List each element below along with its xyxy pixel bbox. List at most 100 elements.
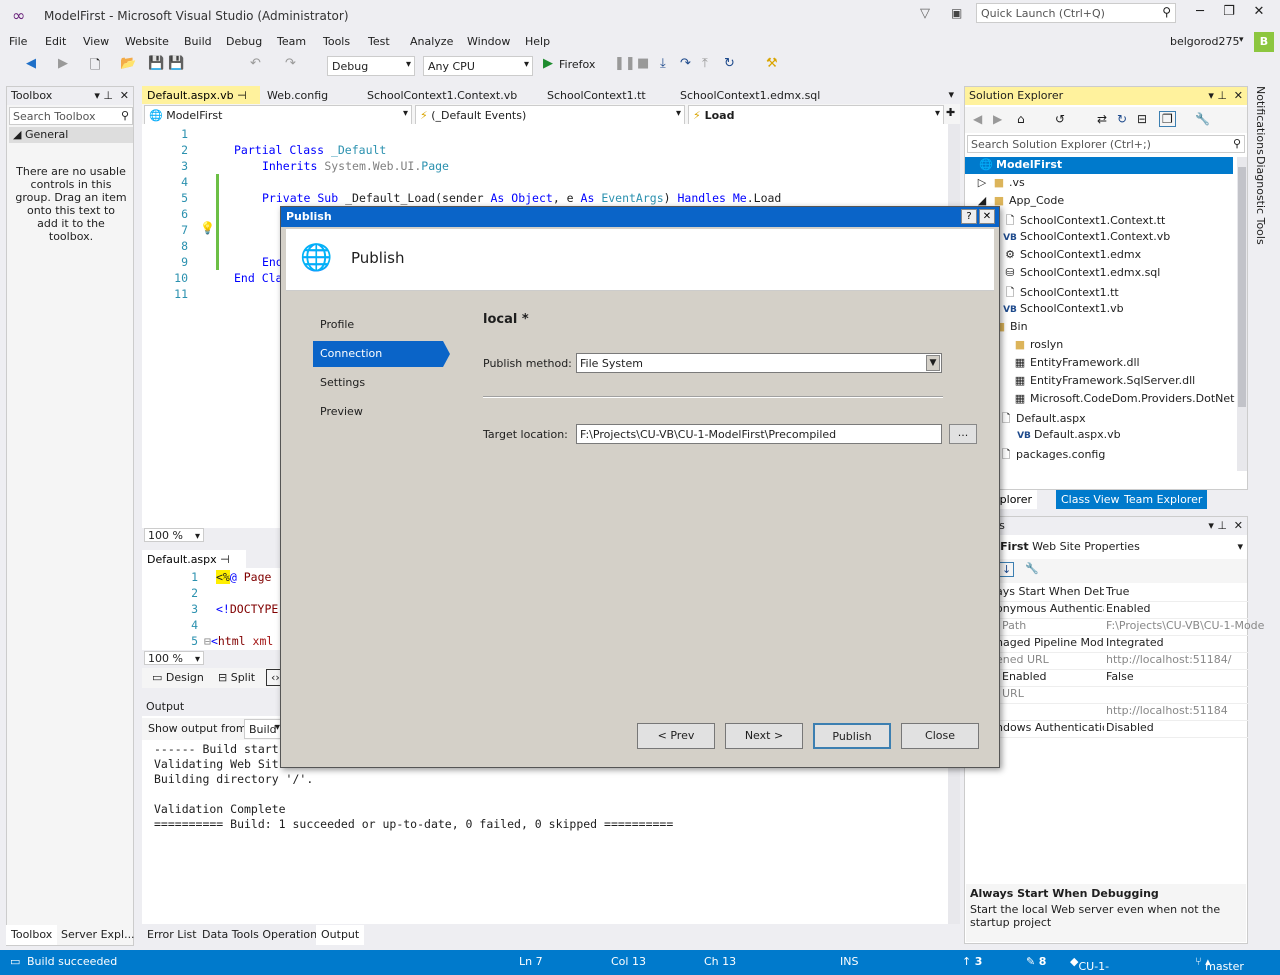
undo-icon[interactable]: ↶ xyxy=(250,56,261,71)
up-arrow-icon[interactable]: ↑ 3 xyxy=(962,955,982,968)
solution-scrollbar[interactable] xyxy=(1237,157,1247,471)
toolbox-search-input[interactable]: Search Toolbox xyxy=(13,110,96,123)
refresh-icon[interactable]: ↻ xyxy=(1117,112,1127,126)
output-source-select[interactable]: Build xyxy=(244,719,284,739)
show-all-icon[interactable]: ❐ xyxy=(1159,111,1176,127)
publish-icon[interactable]: ⚒ xyxy=(766,56,778,71)
platform-select[interactable]: Any CPU xyxy=(423,56,533,76)
browse-button[interactable]: ... xyxy=(949,424,977,444)
property-pages-icon[interactable]: 🔧 xyxy=(1025,562,1039,575)
property-row[interactable]: Enabled False xyxy=(966,670,1248,687)
tree-item[interactable]: 🗋 packages.config xyxy=(999,446,1106,465)
tree-item[interactable]: 🗋 Default.aspx xyxy=(999,410,1086,429)
menu-edit[interactable]: Edit xyxy=(45,35,66,48)
menu-website[interactable]: Website xyxy=(125,35,169,48)
tree-item[interactable]: 🗋 SchoolContext1.tt xyxy=(1003,284,1119,303)
back-icon[interactable]: ◀ xyxy=(26,56,36,71)
property-row[interactable]: URL xyxy=(966,687,1248,704)
close-icon[interactable]: ✕ xyxy=(120,89,129,102)
save-icon[interactable]: 💾 xyxy=(148,56,164,71)
menu-tools[interactable]: Tools xyxy=(323,35,350,48)
new-project-icon[interactable]: 🗋 xyxy=(90,56,100,78)
tree-item[interactable]: 🗋 SchoolContext1.Context.tt xyxy=(1003,212,1166,231)
nav-connection[interactable]: Connection xyxy=(313,341,443,367)
nav-settings[interactable]: Settings xyxy=(313,370,443,396)
open-folder-icon[interactable]: 📂 xyxy=(120,56,136,71)
quick-launch[interactable]: Quick Launch (Ctrl+Q) ⚲ xyxy=(976,3,1176,23)
tree-item[interactable]: ⛁ SchoolContext1.edmx.sql xyxy=(1003,266,1160,279)
menu-file[interactable]: File xyxy=(9,35,27,48)
nav-mid-select[interactable]: ⚡ (_Default Events) xyxy=(415,105,685,125)
properties-object-select[interactable]: delFirst Web Site Properties ▾ xyxy=(965,537,1247,557)
refresh-icon[interactable]: ↻ xyxy=(724,56,735,71)
toolbox-group[interactable]: ◢ General xyxy=(9,127,133,143)
menu-help[interactable]: Help xyxy=(525,35,550,48)
browser-label[interactable]: Firefox xyxy=(559,58,595,71)
step-out-icon[interactable]: ⤒ xyxy=(702,56,708,71)
pin-icon[interactable]: ⊣ xyxy=(220,553,230,566)
user-name[interactable]: belgorod275 xyxy=(1170,35,1240,48)
tab-data-tools[interactable]: Data Tools Operations xyxy=(197,925,328,945)
pin-icon[interactable]: ▾ ⊥ xyxy=(1208,519,1227,532)
close-window-button[interactable]: ✕ xyxy=(1245,4,1273,26)
sort-icon[interactable]: ↓ xyxy=(999,562,1015,577)
zoom-select[interactable]: 100 % xyxy=(144,528,204,542)
nav-preview[interactable]: Preview xyxy=(313,399,443,425)
nav-profile[interactable]: Profile xyxy=(313,312,443,338)
property-row[interactable]: http://localhost:51184 xyxy=(966,704,1248,721)
tab-default-aspx[interactable]: Default.aspx ⊣ ✕ xyxy=(142,550,246,579)
stop-icon[interactable]: ■ xyxy=(637,56,649,71)
next-button[interactable]: Next > xyxy=(725,723,803,749)
design-mode-button[interactable]: ▭ Design xyxy=(152,671,204,684)
tab-default-aspx-vb[interactable]: Default.aspx.vb ⊣ ✕ xyxy=(142,86,260,115)
feedback-icon[interactable]: ▣ xyxy=(951,6,962,20)
split-icon[interactable]: ✚ xyxy=(946,106,955,119)
close-icon[interactable]: ✕ xyxy=(1234,519,1243,532)
menu-analyze[interactable]: Analyze xyxy=(410,35,453,48)
tree-item[interactable]: ▦ EntityFramework.dll xyxy=(1013,356,1140,369)
tree-item[interactable]: ⚙ SchoolContext1.edmx xyxy=(1003,248,1141,261)
property-row[interactable]: onymous AuthenticatiEnabled xyxy=(966,602,1248,619)
tree-item-modelfirst[interactable]: 🌐 ModelFirst xyxy=(965,157,1233,174)
forward-icon[interactable]: ▶ xyxy=(993,112,1002,126)
tab-web-config[interactable]: Web.config xyxy=(262,86,333,105)
tree-item[interactable]: ▦ EntityFramework.SqlServer.dll xyxy=(1013,374,1195,387)
nav-right-select[interactable]: ⚡ Load xyxy=(688,105,944,125)
publish-button[interactable]: Publish xyxy=(813,723,891,749)
property-row[interactable]: naged Pipeline Mode Integrated xyxy=(966,636,1248,653)
collapse-all-icon[interactable]: ⊟ xyxy=(1137,112,1147,126)
close-button[interactable]: Close xyxy=(901,723,979,749)
toolbox-search[interactable]: Search Toolbox ⚲ xyxy=(9,107,133,125)
forward-icon[interactable]: ▶ xyxy=(58,56,68,71)
menu-view[interactable]: View xyxy=(83,35,109,48)
user-dropdown-icon[interactable]: ▾ xyxy=(1239,35,1244,45)
scrollbar-thumb[interactable] xyxy=(1238,167,1246,407)
repo-icon[interactable]: ◆ CU-1-ModelFirst xyxy=(1070,955,1135,975)
tab-team-explorer[interactable]: Team Explorer xyxy=(1119,490,1208,509)
play-icon[interactable]: ▶ xyxy=(543,56,553,71)
tab-tt[interactable]: SchoolContext1.tt xyxy=(542,86,651,105)
sync-icon[interactable]: ⇄ xyxy=(1097,112,1107,126)
tree-item[interactable]: ▦ Microsoft.CodeDom.Providers.DotNetCon xyxy=(1013,392,1235,405)
step-over-icon[interactable]: ↷ xyxy=(680,56,691,71)
pencil-icon[interactable]: ✎ 8 xyxy=(1026,955,1046,968)
menu-window[interactable]: Window xyxy=(467,35,510,48)
tab-overflow-icon[interactable]: ▾ xyxy=(948,88,954,101)
pause-icon[interactable]: ❚❚ xyxy=(614,56,636,71)
tree-item[interactable]: VB SchoolContext1.Context.vb xyxy=(1003,230,1170,243)
tab-class-view[interactable]: Class View xyxy=(1056,490,1125,509)
minimize-button[interactable]: ─ xyxy=(1186,4,1214,26)
back-icon[interactable]: ◀ xyxy=(973,112,982,126)
tree-item[interactable]: VB SchoolContext1.vb xyxy=(1003,302,1124,315)
property-row[interactable]: Path F:\Projects\CU-VB\CU-1-Mode xyxy=(966,619,1264,636)
menu-debug[interactable]: Debug xyxy=(226,35,262,48)
menu-team[interactable]: Team xyxy=(277,35,306,48)
restore-button[interactable]: ❐ xyxy=(1215,4,1243,26)
tab-edmx-sql[interactable]: SchoolContext1.edmx.sql xyxy=(675,86,825,105)
branch-icon[interactable]: ⑂ master ▴ xyxy=(1195,955,1244,973)
history-icon[interactable]: ↺ xyxy=(1055,112,1065,126)
quick-launch-input[interactable]: Quick Launch (Ctrl+Q) xyxy=(981,7,1105,20)
save-all-icon[interactable]: 💾 xyxy=(168,56,184,71)
publish-method-select[interactable]: File System ▼ xyxy=(576,353,942,373)
pin-icon[interactable]: ⊣ xyxy=(237,89,247,102)
